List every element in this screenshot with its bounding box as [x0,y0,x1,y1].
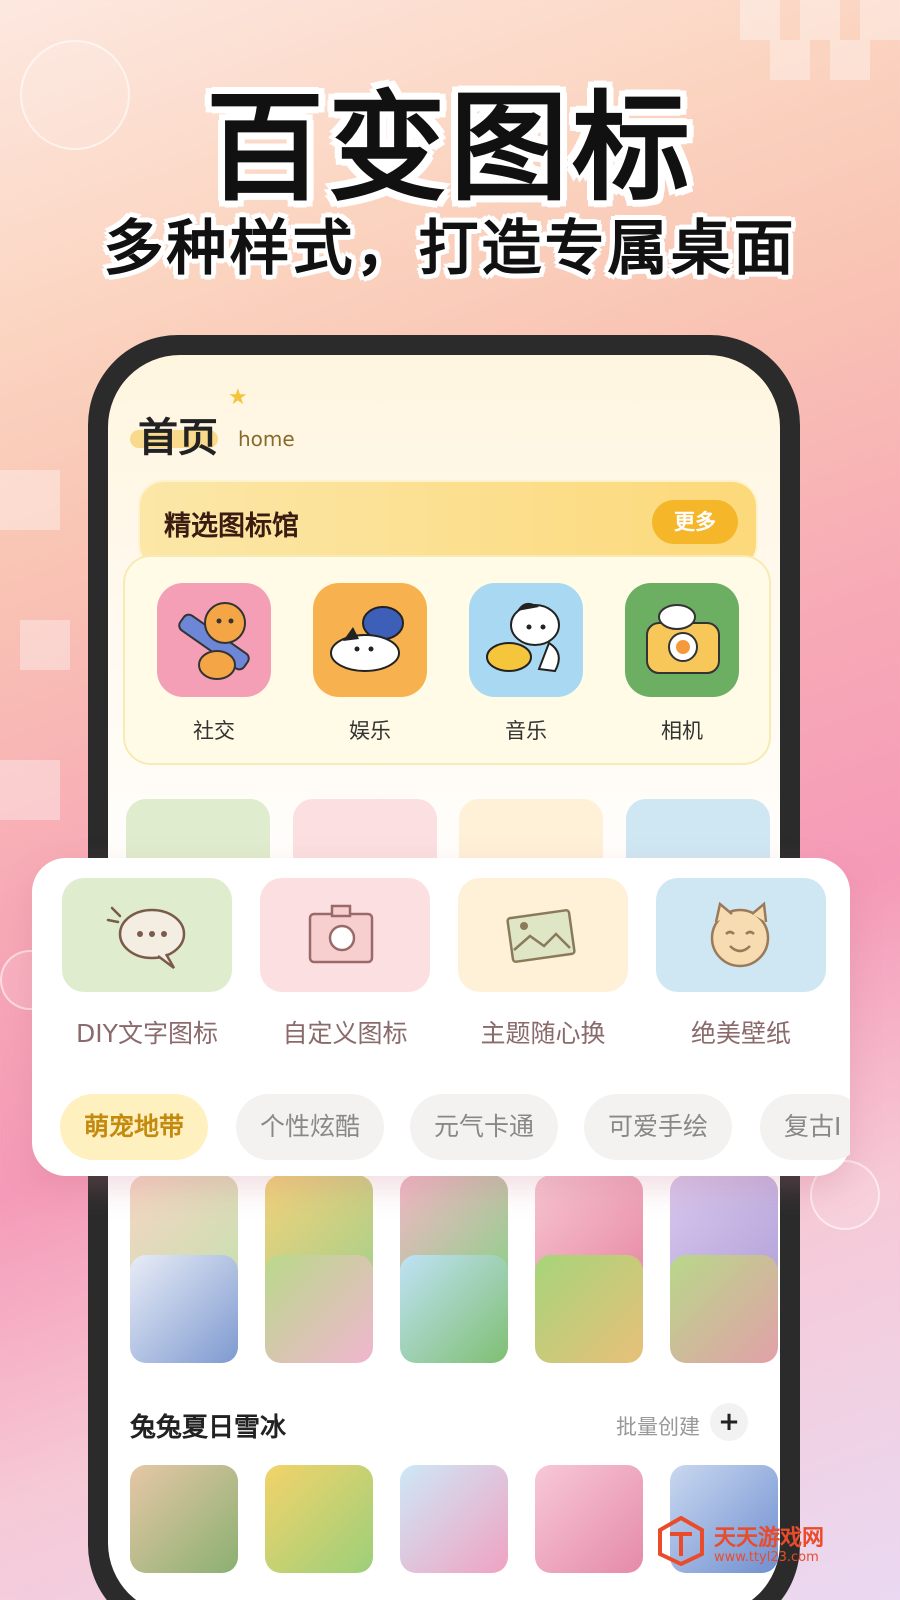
more-button[interactable]: 更多 [652,500,738,544]
star-icon: ★ [228,385,248,410]
checker-decoration [860,0,900,40]
chip-cute-pets[interactable]: 萌宠地带 [60,1094,209,1160]
app-label: 音乐 [505,719,547,743]
watermark-name: 天天游戏网 [714,1526,825,1551]
tiger-pencil-icon [157,583,271,697]
page-title: 首页 [138,415,218,461]
checker-decoration [800,0,840,40]
checker-decoration [0,470,60,530]
chip-cartoon[interactable]: 元气卡通 [410,1094,559,1160]
thumbnail-image[interactable] [265,1465,373,1573]
thumbnail-image[interactable] [130,1255,238,1363]
feature-wallpaper[interactable]: 绝美壁纸 [656,878,826,1050]
headline: 百变图标 [205,79,694,217]
app-item-social[interactable]: 社交 [157,583,271,745]
checker-decoration [740,0,780,40]
chip-cool[interactable]: 个性炫酷 [236,1094,385,1160]
watermark-url: www.ttyl23.com [714,1550,819,1565]
feature-label: 自定义图标 [282,1019,408,1048]
chip-retro[interactable]: 复古I [760,1094,850,1160]
watermark-logo-icon [658,1515,704,1567]
thumbnail-image[interactable] [400,1255,508,1363]
app-item-camera[interactable]: 相机 [625,583,739,745]
feature-label: DIY文字图标 [76,1019,218,1048]
batch-create-link[interactable]: 批量创建 [616,1411,700,1441]
app-item-music[interactable]: 音乐 [469,583,583,745]
watermark: 天天游戏网 www.ttyl23.com [658,1515,858,1576]
feature-card: DIY文字图标 自定义图标 主题随心换 绝美壁纸 萌宠地带 个性炫酷 元气卡通 … [32,858,850,1176]
plus-icon[interactable]: + [710,1403,748,1441]
feature-theme[interactable]: 主题随心换 [458,878,628,1050]
subline: 多种样式，打造专属桌面 [103,214,797,284]
app-item-entertainment[interactable]: 娱乐 [313,583,427,745]
page-subtitle: home [238,427,295,451]
thumbnail-image[interactable] [670,1255,778,1363]
app-label: 社交 [193,719,235,743]
chip-handdrawn[interactable]: 可爱手绘 [584,1094,733,1160]
thumbnail-image[interactable] [400,1465,508,1573]
thumbnail-image[interactable] [535,1255,643,1363]
app-icon-grid: 社交 娱乐 音乐 相机 [123,555,771,765]
category-chips: 萌宠地带 个性炫酷 元气卡通 可爱手绘 复古I [60,1094,850,1164]
checker-decoration [0,760,60,820]
thumbnail-image[interactable] [265,1255,373,1363]
thumbnail-image[interactable] [535,1465,643,1573]
camera-icon [625,583,739,697]
picture-icon [458,878,628,992]
app-label: 娱乐 [349,719,391,743]
dog-rabbit-icon [313,583,427,697]
feature-diy-text[interactable]: DIY文字图标 [62,878,232,1050]
feature-custom-icon[interactable]: 自定义图标 [260,878,430,1050]
thumbnail-image[interactable] [130,1465,238,1573]
feature-label: 绝美壁纸 [690,1019,791,1048]
section-title: 兔兔夏日雪冰 [130,1413,287,1443]
camera-icon [260,878,430,992]
featured-title: 精选图标馆 [164,511,299,542]
checker-decoration [20,620,70,670]
feature-label: 主题随心换 [480,1019,606,1048]
dog-duck-icon [469,583,583,697]
chat-bubble-icon [62,878,232,992]
app-label: 相机 [661,719,703,743]
cat-face-icon [656,878,826,992]
